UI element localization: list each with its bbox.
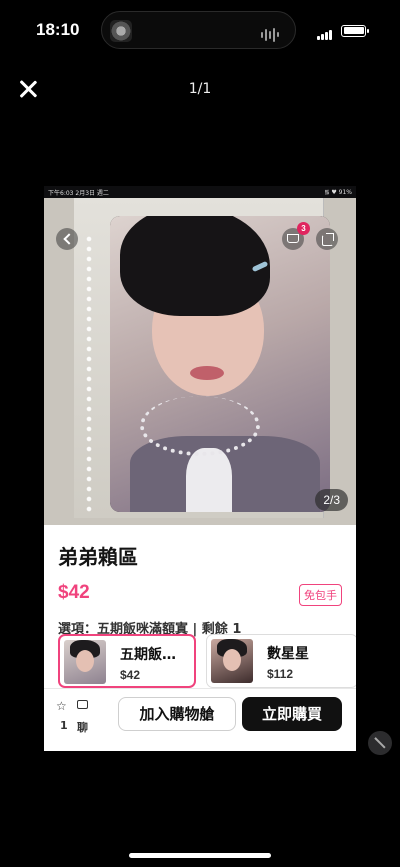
variant-price: $42 (120, 668, 141, 682)
product-price: $42 (58, 582, 90, 603)
image-page-counter: 1/1 (188, 81, 212, 97)
add-to-cart-button[interactable]: 加入購物艙 (118, 697, 236, 731)
shipping-tag: 免包手 (299, 584, 342, 606)
battery-icon (341, 24, 369, 37)
cart-count-badge: 3 (297, 222, 310, 235)
embedded-status-indicators: ᯾ ♥ 91% (324, 189, 352, 196)
battery-level (343, 27, 364, 34)
bubble-wrap (84, 234, 94, 514)
back-icon[interactable] (56, 228, 78, 250)
cellular-signal-icon (317, 21, 333, 40)
variant-option[interactable]: 數星星 $112 (206, 634, 356, 688)
variant-price: $112 (267, 667, 294, 681)
audio-waveform-icon (261, 24, 283, 42)
star-icon[interactable]: ☆ (56, 699, 67, 713)
status-bar: 18:10 (0, 0, 400, 60)
product-photo[interactable]: 3 2/3 (44, 198, 356, 525)
home-indicator[interactable] (129, 853, 271, 858)
bottom-action-bar: ☆ 1 聊 加入購物艙 立即購買 (44, 688, 356, 738)
chat-label[interactable]: 聊 (77, 719, 88, 735)
embedded-screenshot: 下午6:03 2月3日 週二 ᯾ ♥ 91% 3 2/3 弟弟賴區 $42 免包… (44, 186, 356, 751)
like-count: 1 (60, 719, 68, 732)
variant-option[interactable]: 五期飯… $42 (58, 634, 196, 688)
price-row: $42 免包手 (58, 582, 342, 606)
variant-thumbnail (64, 640, 106, 684)
embedded-status-time: 下午6:03 2月3日 週二 (48, 190, 109, 197)
variant-list: 五期飯… $42 數星星 $112 (58, 634, 356, 690)
embedded-status-bar: 下午6:03 2月3日 週二 ᯾ ♥ 91% (44, 186, 356, 198)
photocard (110, 216, 330, 512)
product-info: 弟弟賴區 $42 免包手 選項：五期飯咪滿額寘 | 剩餘 1 (44, 525, 356, 637)
variant-thumbnail (211, 639, 253, 683)
now-playing-artwork-icon (110, 20, 132, 42)
status-time: 18:10 (36, 20, 80, 39)
product-title: 弟弟賴區 (58, 545, 138, 569)
cart-icon[interactable]: 3 (282, 222, 310, 250)
photo-counter: 2/3 (315, 489, 348, 511)
variant-name: 五期飯… (120, 647, 176, 663)
status-indicators (317, 21, 369, 40)
share-icon[interactable] (316, 228, 338, 250)
minimize-icon[interactable] (368, 731, 392, 755)
buy-now-button[interactable]: 立即購買 (242, 697, 342, 731)
chat-icon[interactable] (77, 700, 88, 709)
variant-name: 數星星 (267, 646, 309, 662)
dynamic-island[interactable] (101, 11, 296, 49)
